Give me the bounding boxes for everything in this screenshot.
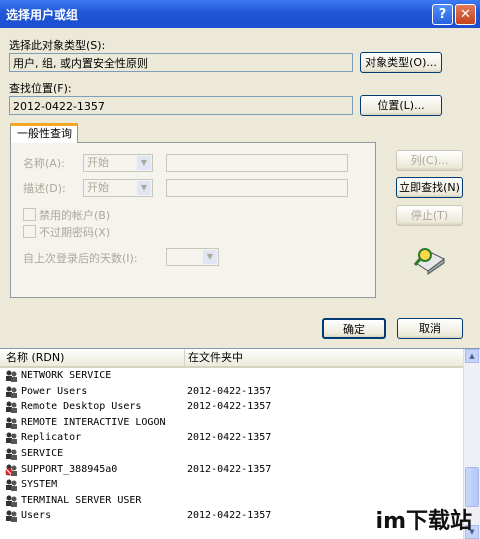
stop-button[interactable]: 停止(T) <box>396 205 463 226</box>
table-row[interactable]: NETWORK SERVICE <box>0 368 462 383</box>
scroll-up-icon[interactable]: ▲ <box>465 349 479 363</box>
name-input <box>166 154 348 172</box>
scrollbar-thumb[interactable] <box>465 467 479 507</box>
row-name: Users <box>21 510 52 522</box>
search-icon <box>412 245 448 275</box>
non-expiring-password-checkbox: 不过期密码(X) <box>23 224 110 240</box>
days-since-logon-label: 自上次登录后的天数(I): <box>23 252 138 265</box>
title-bar: 选择用户或组 ? ✕ <box>0 0 480 28</box>
group-icon <box>5 400 18 414</box>
ok-button[interactable]: 确定 <box>322 318 386 339</box>
common-queries-panel: 名称(A): 开始 ▼ 描述(D): 开始 ▼ 禁用的帐户(B) 不过期密码(X) … <box>10 142 376 298</box>
help-button[interactable]: ? <box>432 4 453 25</box>
table-row[interactable]: Power Users 2012-0422-1357 <box>0 384 462 399</box>
row-folder: 2012-0422-1357 <box>187 463 272 475</box>
chevron-down-icon: ▼ <box>137 156 151 170</box>
object-type-field: 用户, 组, 或内置安全性原则 <box>9 53 353 72</box>
name-label: 名称(A): <box>23 157 65 170</box>
column-header-name[interactable]: 名称 (RDN) <box>6 349 64 366</box>
find-now-button[interactable]: 立即查找(N) <box>396 177 463 198</box>
row-name: Remote Desktop Users <box>21 401 142 413</box>
columns-button[interactable]: 列(C)... <box>396 150 463 171</box>
object-type-label: 选择此对象类型(S): <box>9 39 106 52</box>
group-icon <box>5 494 18 507</box>
disabled-accounts-checkbox: 禁用的帐户(B) <box>23 207 110 223</box>
group-icon <box>5 447 18 460</box>
group-icon <box>5 385 18 398</box>
row-name: SYSTEM <box>21 479 58 491</box>
object-types-button[interactable]: 对象类型(O)... <box>360 52 442 73</box>
group-icon <box>5 416 18 429</box>
group-icon <box>5 431 18 445</box>
group-icon <box>5 369 18 382</box>
row-name: Replicator <box>21 432 82 444</box>
chevron-down-icon: ▼ <box>137 181 151 195</box>
cancel-button[interactable]: 取消 <box>397 318 463 339</box>
locations-button[interactable]: 位置(L)... <box>360 95 442 116</box>
table-row[interactable]: SUPPORT_388945a0 2012-0422-1357 <box>0 462 462 477</box>
tab-common-queries[interactable]: 一般性查询 <box>10 123 78 143</box>
row-name: NETWORK SERVICE <box>21 370 112 381</box>
row-folder: 2012-0422-1357 <box>187 432 272 444</box>
disabled-user-icon <box>5 463 18 476</box>
location-field: 2012-0422-1357 <box>9 96 353 115</box>
group-icon <box>5 509 18 523</box>
watermark: im下载站 <box>375 509 472 534</box>
row-name: REMOTE INTERACTIVE LOGON <box>21 416 166 428</box>
row-folder: 2012-0422-1357 <box>187 385 272 397</box>
location-label: 查找位置(F): <box>9 82 72 95</box>
row-name: SUPPORT_388945a0 <box>21 463 118 475</box>
description-label: 描述(D): <box>23 182 66 195</box>
column-header-folder[interactable]: 在文件夹中 <box>184 349 243 366</box>
group-icon <box>5 478 18 492</box>
table-row[interactable]: Replicator 2012-0422-1357 <box>0 430 462 445</box>
table-row[interactable]: Remote Desktop Users 2012-0422-1357 <box>0 399 462 414</box>
close-button[interactable]: ✕ <box>455 4 476 25</box>
table-row[interactable]: SYSTEM <box>0 477 462 492</box>
row-folder: 2012-0422-1357 <box>187 510 272 522</box>
window-title: 选择用户或组 <box>6 8 79 22</box>
days-select: ▼ <box>166 248 219 266</box>
chevron-down-icon: ▼ <box>203 250 217 264</box>
results-header: 名称 (RDN) 在文件夹中 <box>0 349 470 368</box>
search-results-list[interactable]: 名称 (RDN) 在文件夹中 NETWORK SERVICE Power User… <box>0 348 480 539</box>
row-name: TERMINAL SERVER USER <box>21 494 142 506</box>
row-name: SERVICE <box>21 448 64 459</box>
description-mode-select: 开始 ▼ <box>83 179 153 197</box>
name-mode-select: 开始 ▼ <box>83 154 153 172</box>
table-row[interactable]: SERVICE <box>0 446 462 461</box>
row-folder: 2012-0422-1357 <box>187 401 272 413</box>
row-name: Power Users <box>21 385 88 397</box>
table-row[interactable]: REMOTE INTERACTIVE LOGON <box>0 415 462 430</box>
description-input <box>166 179 348 197</box>
